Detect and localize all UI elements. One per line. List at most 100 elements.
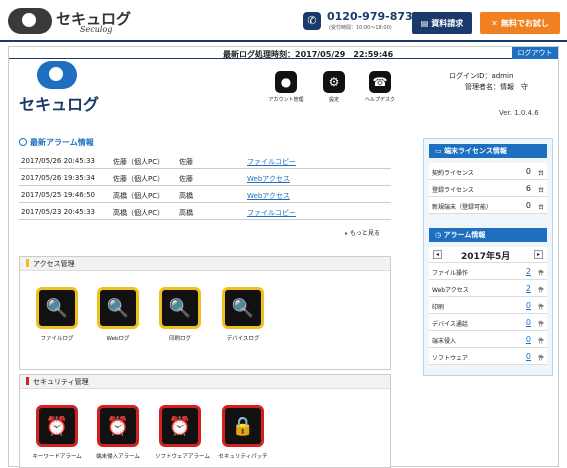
admin-name: 管理者名：情報 守 <box>465 83 528 91</box>
alarm-pc: 佐藤（個人PC） <box>113 175 165 183</box>
license-unit: 台 <box>537 187 544 194</box>
device-log-tile[interactable]: 🔍 デバイスログ <box>218 287 268 342</box>
license-unit: 台 <box>537 204 544 211</box>
license-key: 新規端末（登録可能） <box>432 204 493 211</box>
file-log-tile[interactable]: 🔍 ファイルログ <box>32 287 82 342</box>
account-management-button[interactable]: ● アカウント管理 <box>261 71 311 103</box>
account-management-label: アカウント管理 <box>268 97 304 103</box>
license-title: 端末ライセンス情報 <box>444 147 507 155</box>
access-title-text: アクセス管理 <box>33 260 75 268</box>
alarm-pc: 佐藤（個人PC） <box>113 158 165 166</box>
security-management-section: セキュリティ管理 ⏰ キーワードアラーム ⏰ 端末侵入アラーム ⏰ ソフトウェア… <box>19 374 391 468</box>
alarm-count-link[interactable]: 2 <box>526 284 531 293</box>
current-month: 2017年5月 <box>461 252 511 262</box>
alarm-count-link[interactable]: 0 <box>526 352 531 361</box>
alarm-info-unit: 件 <box>537 270 544 277</box>
keyword-alarm-tile[interactable]: ⏰ キーワードアラーム <box>32 405 82 460</box>
alarm-count-link[interactable]: 0 <box>526 335 531 344</box>
app-logo[interactable]: セキュログ <box>19 61 99 114</box>
alarm-info-key: Webアクセス <box>432 287 469 294</box>
side-panel: ▭ 端末ライセンス情報 契約ライセンス 0 台 登録ライセンス 6 台 新規端末… <box>423 138 553 376</box>
intrusion-alarm-tile[interactable]: ⏰ 端末侵入アラーム <box>93 405 143 460</box>
license-key: 契約ライセンス <box>432 170 474 177</box>
web-search-icon: 🔍 <box>97 287 139 329</box>
alarm-clock-icon: ⏰ <box>36 405 78 447</box>
table-row: 2017/05/26 19:35:34 佐藤（個人PC） 佐藤 Webアクセス <box>19 169 391 186</box>
monitor-icon: ▭ <box>435 147 445 155</box>
alarm-user: 高橋 <box>179 209 193 217</box>
request-docs-button[interactable]: ▤ 資料請求 <box>412 12 472 34</box>
alarm-info-row: ファイル操作 2 件 <box>429 263 547 280</box>
alarm-info-title: アラーム情報 <box>443 231 486 239</box>
next-month-button[interactable]: ▸ <box>534 250 543 259</box>
section-title: アクセス管理 <box>20 257 390 271</box>
print-log-tile[interactable]: 🔍 印刷ログ <box>155 287 205 342</box>
alarm-action-link[interactable]: ファイルコピー <box>247 208 296 218</box>
logout-button[interactable]: ログアウト <box>512 47 558 59</box>
free-trial-label: 無料でお試し <box>500 18 549 28</box>
license-key: 登録ライセンス <box>432 187 474 194</box>
alarm-time: 2017/05/25 19:46:50 <box>21 191 96 199</box>
alarm-table: 2017/05/26 20:45:33 佐藤（個人PC） 佐藤 ファイルコピー … <box>19 152 391 220</box>
device-search-icon: 🔍 <box>222 287 264 329</box>
security-patch-tile[interactable]: 🔒 セキュリティパッチ <box>218 405 268 460</box>
license-value: 0 <box>525 201 531 210</box>
access-management-section: アクセス管理 🔍 ファイルログ 🔍 Webログ 🔍 印刷ログ 🔍 デバイスログ <box>19 256 391 370</box>
alarm-time: 2017/05/26 20:45:33 <box>21 157 96 165</box>
site-logo[interactable]: セキュログ Seculog <box>8 6 148 36</box>
cloud-clock-icon <box>8 8 52 34</box>
table-row: 2017/05/23 20:45:33 高橋（個人PC） 高橋 ファイルコピー <box>19 203 391 220</box>
alarm-info-unit: 件 <box>537 287 544 294</box>
printer-search-icon: 🔍 <box>159 287 201 329</box>
alarm-clock-icon: ⏰ <box>159 405 201 447</box>
license-header: ▭ 端末ライセンス情報 <box>429 144 547 158</box>
license-unit: 台 <box>537 170 544 177</box>
license-value: 6 <box>525 184 531 193</box>
security-title-text: セキュリティ管理 <box>33 378 89 386</box>
alarm-time: 2017/05/23 20:45:33 <box>21 208 96 216</box>
license-row: 登録ライセンス 6 台 <box>429 180 547 197</box>
alarm-time: 2017/05/26 19:35:34 <box>21 174 96 182</box>
tile-label: Webログ <box>106 336 130 342</box>
alarm-info-unit: 件 <box>537 304 544 311</box>
free-trial-button[interactable]: ✕ 無料でお試し <box>480 12 560 34</box>
tile-label: ファイルログ <box>40 336 74 342</box>
license-value: 0 <box>525 167 531 176</box>
alarm-action-link[interactable]: ファイルコピー <box>247 157 296 167</box>
software-alarm-tile[interactable]: ⏰ ソフトウェアアラーム <box>155 405 210 460</box>
alarm-info-unit: 件 <box>537 321 544 328</box>
web-log-tile[interactable]: 🔍 Webログ <box>93 287 143 342</box>
alarm-user: 佐藤 <box>179 175 193 183</box>
alarm-info-row: Webアクセス 2 件 <box>429 280 547 297</box>
request-docs-label: 資料請求 <box>431 18 464 28</box>
settings-button[interactable]: ⚙ 設定 <box>309 71 359 103</box>
gear-icon: ⚙ <box>323 71 345 93</box>
app-header-bar: 最新ログ処理時刻：2017/05/29 22:59:46 ログアウト <box>9 47 558 59</box>
alarm-clock-icon: ⏰ <box>97 405 139 447</box>
helpdesk-button[interactable]: ☎ ヘルプデスク <box>355 71 405 103</box>
app-name: セキュログ <box>19 95 100 114</box>
alarm-user: 高橋 <box>179 192 193 200</box>
last-log-time: 最新ログ処理時刻：2017/05/29 22:59:46 <box>223 50 394 59</box>
table-row: 2017/05/25 19:46:50 高橋（個人PC） 高橋 Webアクセス <box>19 186 391 203</box>
alarm-info-row: 印刷 0 件 <box>429 297 547 314</box>
tile-label: デバイスログ <box>226 336 260 342</box>
table-row: 2017/05/26 20:45:33 佐藤（個人PC） 佐藤 ファイルコピー <box>19 152 391 169</box>
alarm-info-row: ソフトウェア 0 件 <box>429 348 547 365</box>
alarm-count-link[interactable]: 0 <box>526 301 531 310</box>
alarm-info-key: 印刷 <box>432 304 445 311</box>
prev-month-button[interactable]: ◂ <box>433 250 442 259</box>
file-search-icon: 🔍 <box>36 287 78 329</box>
tile-label: 印刷ログ <box>168 336 191 342</box>
alarm-title-text: 最新アラーム情報 <box>30 138 94 147</box>
tile-label: セキュリティパッチ <box>218 454 268 460</box>
helpdesk-label: ヘルプデスク <box>364 97 395 103</box>
more-alarms-link[interactable]: もっと見る <box>345 228 380 237</box>
alarm-count-link[interactable]: 2 <box>526 267 531 276</box>
alarm-user: 佐藤 <box>179 158 193 166</box>
alarm-action-link[interactable]: Webアクセス <box>247 191 290 201</box>
alarm-action-link[interactable]: Webアクセス <box>247 174 290 184</box>
alarm-count-link[interactable]: 0 <box>526 318 531 327</box>
section-accent <box>26 377 29 385</box>
tile-label: ソフトウェアアラーム <box>155 454 210 460</box>
